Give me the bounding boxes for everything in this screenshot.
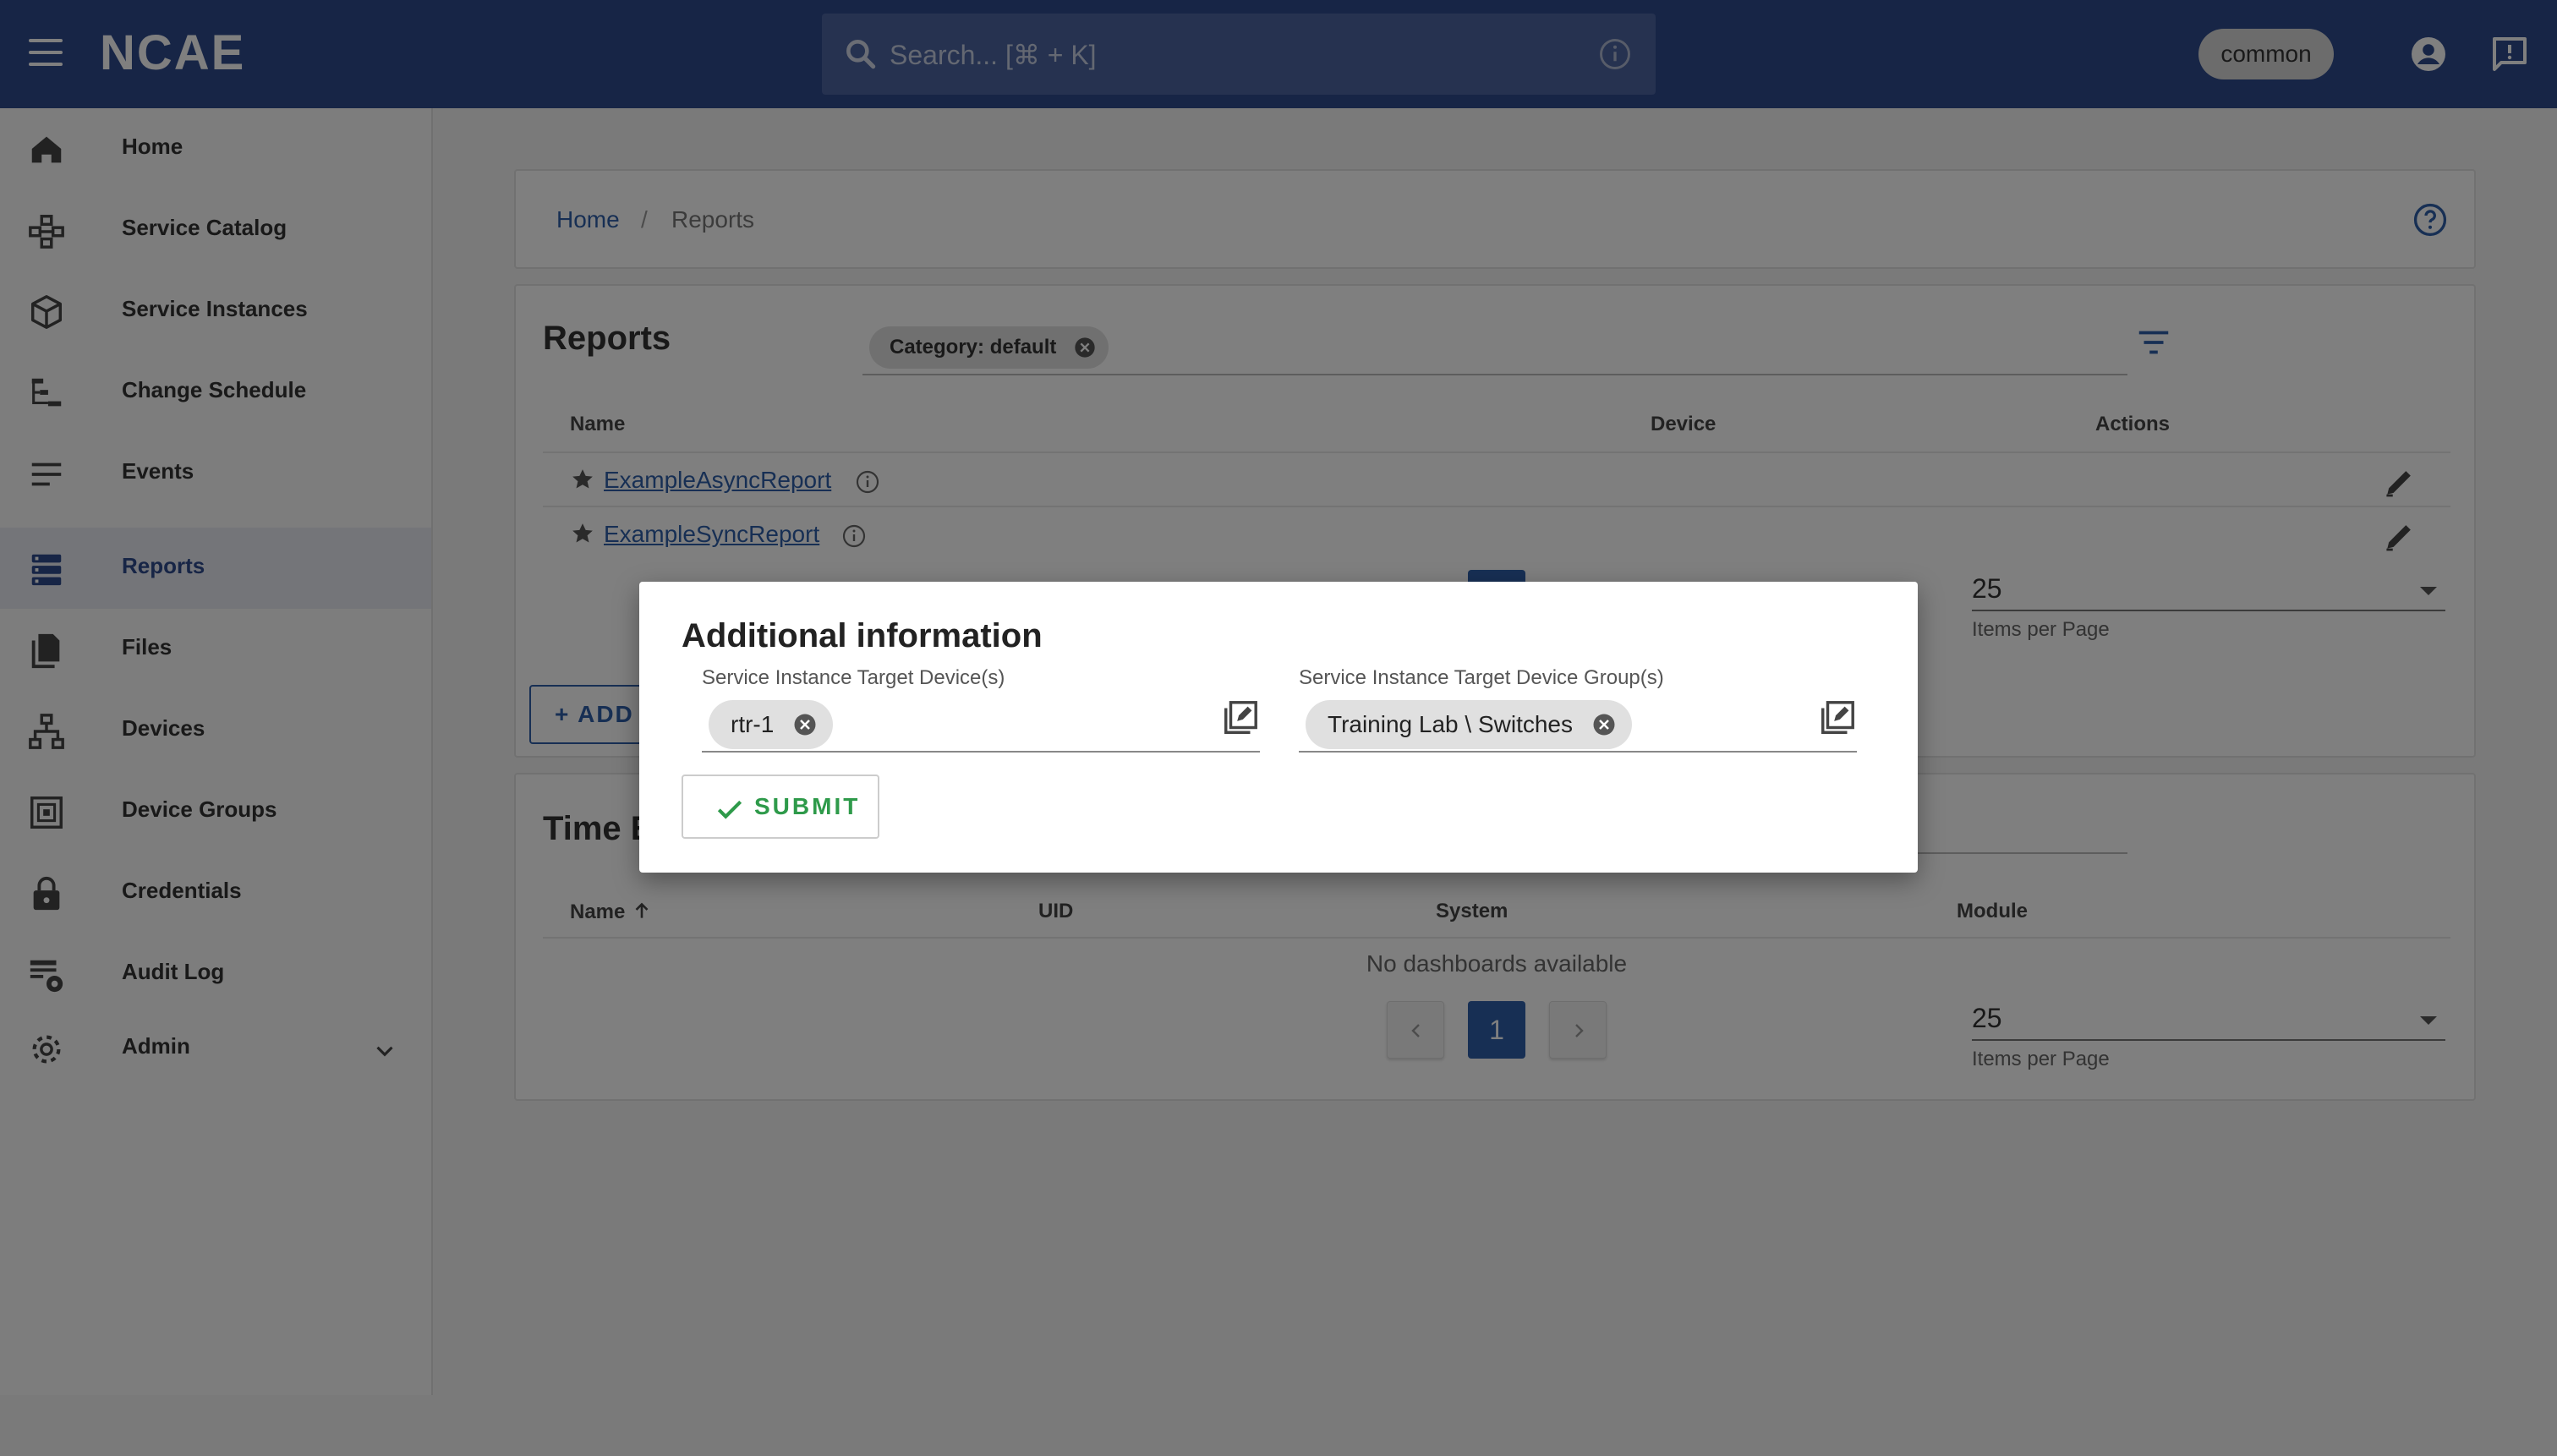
close-icon[interactable] (792, 712, 818, 737)
check-icon (717, 800, 742, 819)
close-icon[interactable] (1591, 712, 1617, 737)
device-chip-label: rtr-1 (731, 711, 775, 737)
submit-button[interactable]: SUBMIT (682, 775, 879, 839)
open-selector-icon[interactable] (1221, 698, 1260, 737)
dialog-title: Additional information (682, 617, 1043, 654)
device-group-chip[interactable]: Training Lab \ Switches (1306, 700, 1632, 749)
target-devices-field[interactable]: Service Instance Target Device(s) rtr-1 (702, 666, 1260, 753)
field-label: Service Instance Target Device(s) (702, 666, 1005, 689)
target-device-groups-field[interactable]: Service Instance Target Device Group(s) … (1299, 666, 1857, 753)
submit-label: SUBMIT (754, 793, 861, 819)
device-chip[interactable]: rtr-1 (709, 700, 834, 749)
open-selector-icon[interactable] (1818, 698, 1857, 737)
device-group-chip-label: Training Lab \ Switches (1328, 711, 1573, 737)
field-label: Service Instance Target Device Group(s) (1299, 666, 1664, 689)
additional-information-dialog: Additional information Service Instance … (639, 582, 1918, 873)
